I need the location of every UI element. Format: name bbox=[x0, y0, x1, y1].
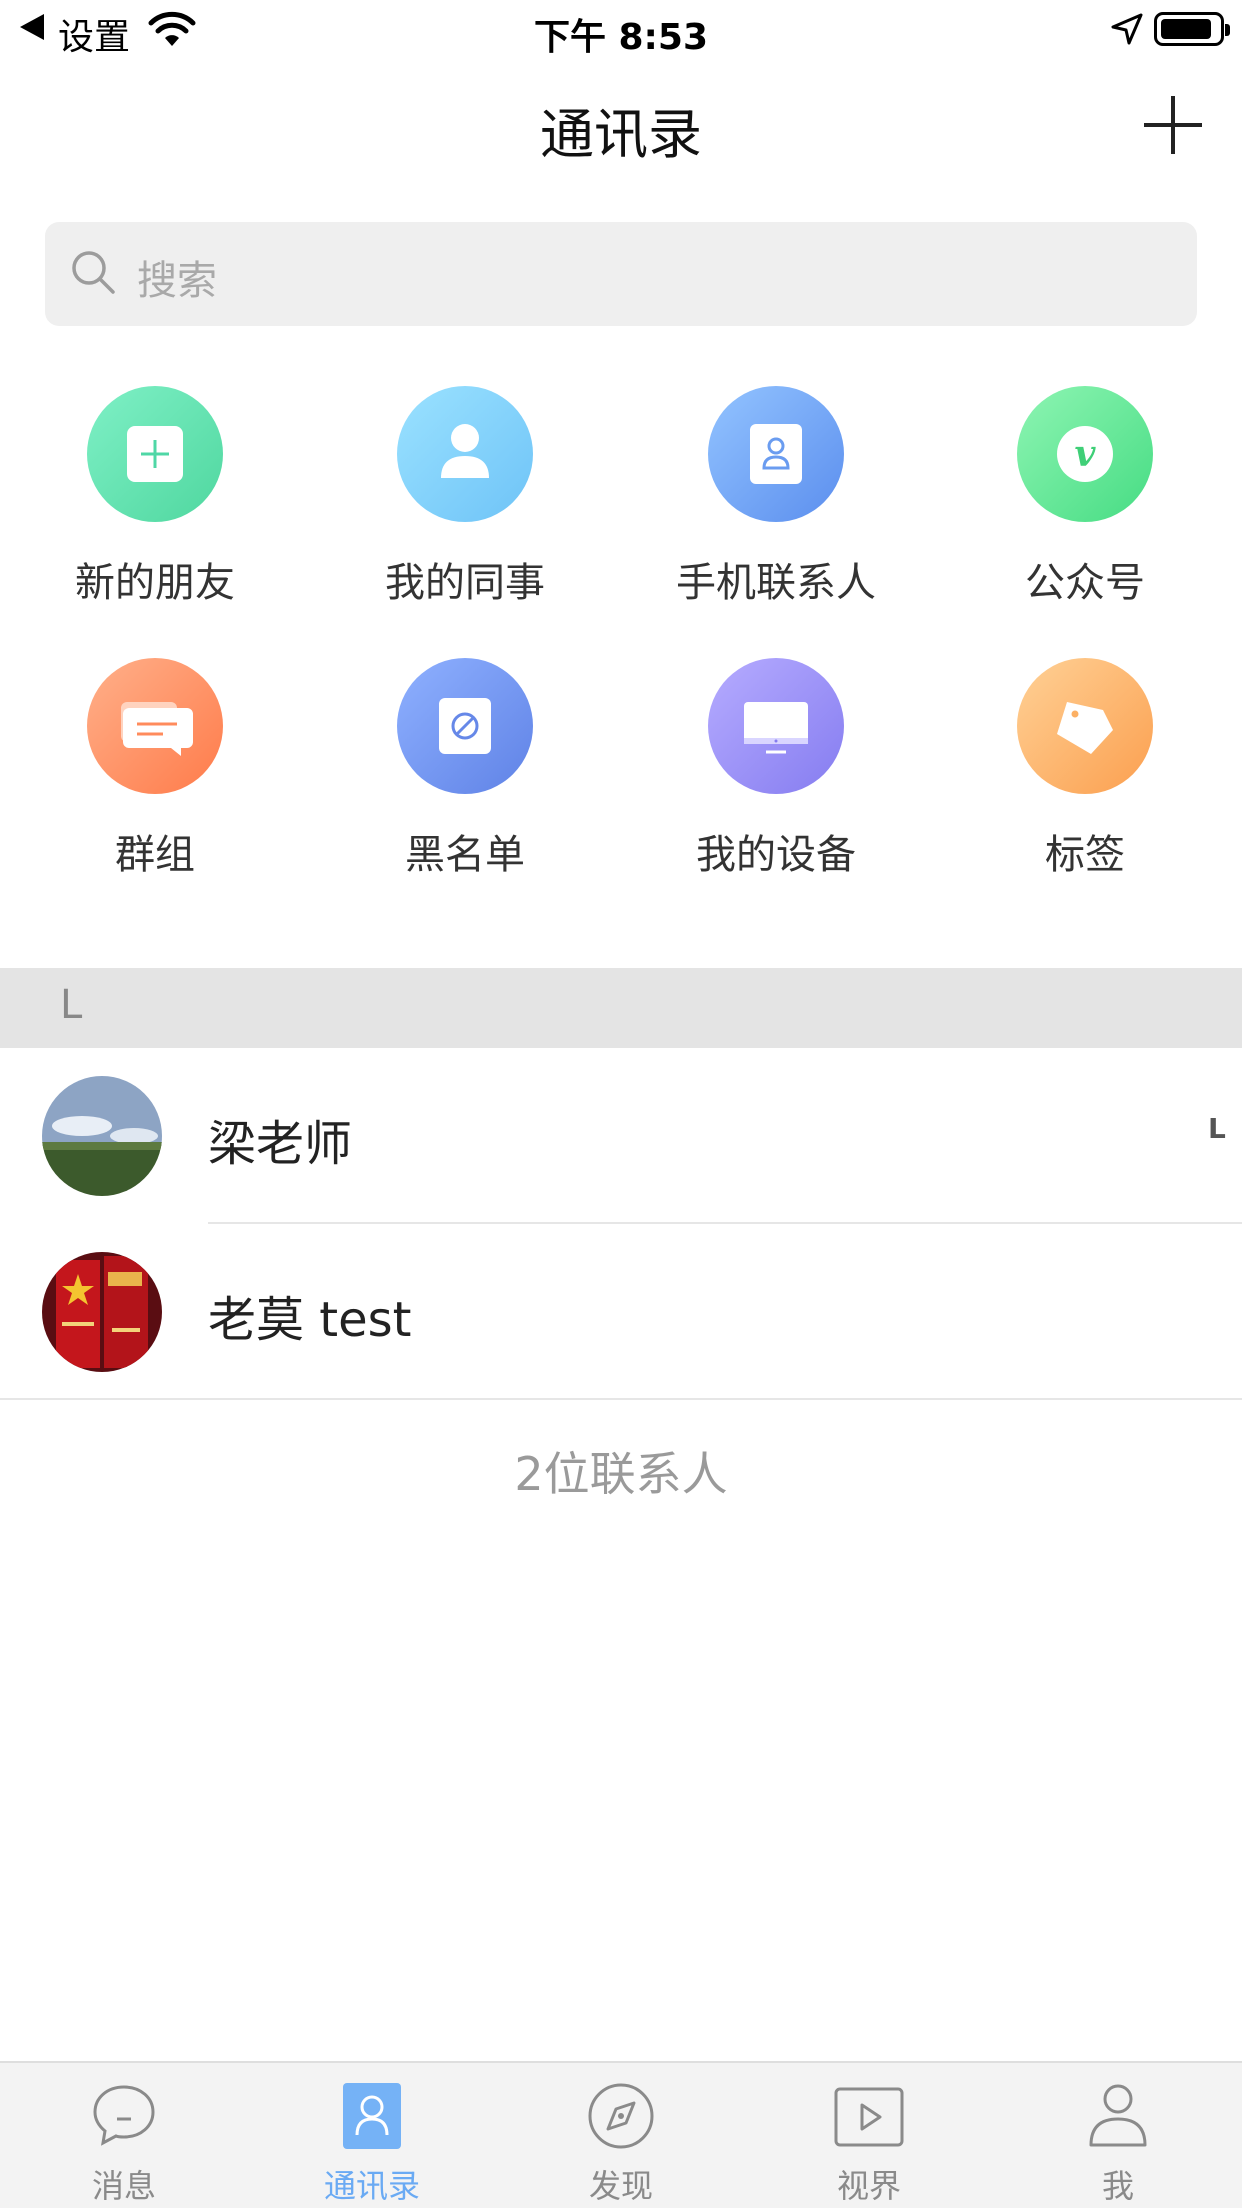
tab-discover[interactable]: 发现 bbox=[497, 2063, 745, 2208]
search-input[interactable]: 搜索 bbox=[45, 222, 1197, 326]
phone-contacts-icon bbox=[708, 386, 844, 522]
section-header: L bbox=[0, 968, 1242, 1048]
tab-me[interactable]: 我 bbox=[994, 2063, 1242, 2208]
search-icon bbox=[72, 251, 115, 294]
chat-bubble-icon bbox=[93, 2085, 155, 2146]
tag-icon bbox=[1017, 658, 1153, 794]
status-bar: 设置 下午 8:53 bbox=[0, 0, 1242, 62]
add-button[interactable] bbox=[1140, 92, 1206, 158]
tab-vision[interactable]: 视界 bbox=[745, 2063, 993, 2208]
avatar bbox=[42, 1252, 162, 1372]
device-icon bbox=[708, 658, 844, 794]
entry-label: 群组 bbox=[115, 832, 195, 878]
entry-label: 手机联系人 bbox=[676, 560, 876, 606]
tab-label: 消息 bbox=[91, 2167, 156, 2205]
entry-label: 黑名单 bbox=[405, 832, 525, 878]
section-letter: L bbox=[60, 982, 83, 1028]
location-icon bbox=[1111, 13, 1143, 45]
svg-text:v: v bbox=[1075, 433, 1097, 475]
contact-name: 梁老师 bbox=[208, 1116, 353, 1172]
contact-row[interactable]: 梁老师 bbox=[0, 1048, 1242, 1224]
page-title: 通讯录 bbox=[540, 103, 702, 166]
official-account-icon: v bbox=[1017, 386, 1153, 522]
nav-bar: 通讯录 bbox=[0, 62, 1242, 192]
tab-messages[interactable]: 消息 bbox=[0, 2063, 248, 2208]
contact-name: 老莫 test bbox=[208, 1292, 412, 1348]
entry-label: 我的同事 bbox=[385, 560, 545, 606]
status-time: 下午 8:53 bbox=[533, 17, 709, 58]
entry-label: 标签 bbox=[1045, 832, 1125, 878]
blacklist-icon bbox=[397, 658, 533, 794]
entry-colleagues[interactable]: 我的同事 bbox=[335, 380, 595, 620]
compass-icon bbox=[588, 2083, 654, 2149]
entry-new-friends[interactable]: 新的朋友 bbox=[25, 380, 285, 620]
row-divider bbox=[0, 1398, 1242, 1400]
entry-official-accounts[interactable]: v 公众号 bbox=[955, 380, 1215, 620]
tab-label: 发现 bbox=[588, 2167, 653, 2205]
index-bar-letter[interactable]: L bbox=[1208, 1112, 1226, 1145]
contacts-icon bbox=[343, 2083, 401, 2149]
entry-my-devices[interactable]: 我的设备 bbox=[646, 652, 906, 892]
entry-label: 新的朋友 bbox=[75, 560, 235, 606]
tab-label: 视界 bbox=[836, 2167, 901, 2205]
entry-blacklist[interactable]: 黑名单 bbox=[335, 652, 595, 892]
contact-row[interactable]: 老莫 test bbox=[0, 1224, 1242, 1400]
entry-phone-contacts[interactable]: 手机联系人 bbox=[646, 380, 906, 620]
avatar bbox=[42, 1076, 162, 1196]
video-play-icon bbox=[834, 2087, 904, 2147]
colleague-icon bbox=[397, 386, 533, 522]
entry-label: 我的设备 bbox=[696, 832, 856, 878]
tab-contacts[interactable]: 通讯录 bbox=[248, 2063, 496, 2208]
search-placeholder: 搜索 bbox=[137, 258, 217, 304]
profile-icon bbox=[1089, 2084, 1147, 2147]
tab-label: 我 bbox=[1101, 2167, 1134, 2205]
entry-groups[interactable]: 群组 bbox=[25, 652, 285, 892]
contact-count: 2位联系人 bbox=[514, 1447, 728, 1501]
tab-bar: 消息 通讯录 发现 视界 我 bbox=[0, 2061, 1242, 2208]
entry-label: 公众号 bbox=[1025, 560, 1145, 606]
group-chat-icon bbox=[87, 658, 223, 794]
entry-tags[interactable]: 标签 bbox=[955, 652, 1215, 892]
battery-icon bbox=[1154, 12, 1230, 46]
tab-label: 通讯录 bbox=[323, 2167, 420, 2205]
add-friend-icon bbox=[87, 386, 223, 522]
